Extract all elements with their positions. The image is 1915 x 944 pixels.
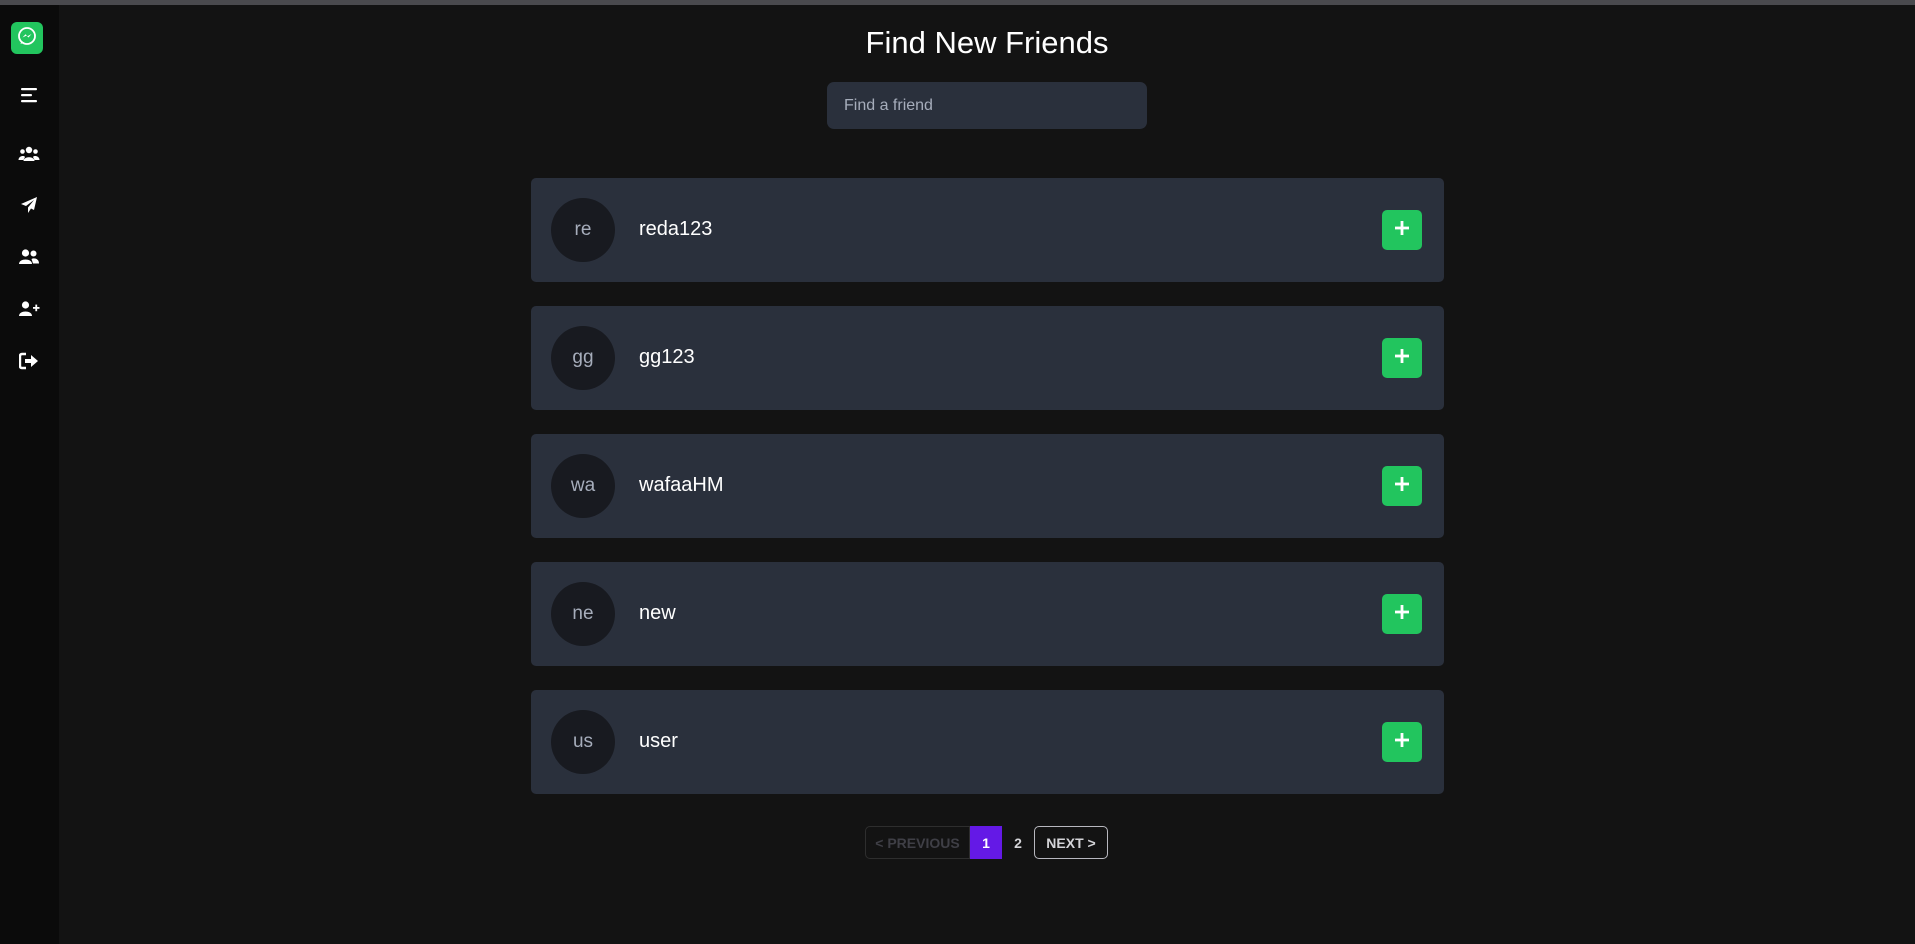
username: gg123	[639, 346, 695, 368]
username: new	[639, 602, 676, 624]
user-plus-icon	[18, 300, 40, 323]
pagination: < PREVIOUS 1 2 NEXT >	[865, 826, 1108, 859]
main-content: Find New Friends re reda123 gg gg123 wa …	[59, 5, 1915, 944]
next-page-button[interactable]: NEXT >	[1034, 826, 1108, 859]
add-friend-button[interactable]	[1382, 594, 1422, 634]
sign-out-icon	[18, 352, 39, 375]
search-input[interactable]	[827, 82, 1147, 129]
add-friend-button[interactable]	[1382, 338, 1422, 378]
sidebar-item-groups[interactable]	[14, 141, 44, 171]
username: reda123	[639, 218, 713, 240]
plus-icon	[1395, 476, 1409, 496]
list-item: wa wafaaHM	[531, 434, 1444, 538]
list-item: ne new	[531, 562, 1444, 666]
add-friend-button[interactable]	[1382, 722, 1422, 762]
page-2-button[interactable]: 2	[1002, 826, 1034, 859]
page-title: Find New Friends	[865, 25, 1109, 60]
username: wafaaHM	[639, 474, 724, 496]
plus-icon	[1395, 220, 1409, 240]
sidebar-item-friends[interactable]	[14, 244, 44, 274]
plus-icon	[1395, 348, 1409, 368]
plus-icon	[1395, 732, 1409, 752]
user-list: re reda123 gg gg123 wa wafaaHM ne new us…	[531, 178, 1444, 818]
avatar: gg	[551, 326, 615, 390]
sidebar-item-logout[interactable]	[14, 348, 44, 378]
previous-page-button[interactable]: < PREVIOUS	[865, 826, 970, 859]
paper-plane-icon	[20, 196, 38, 219]
sidebar-item-menu[interactable]	[14, 82, 44, 112]
sidebar	[0, 5, 59, 944]
menu-icon	[19, 85, 39, 110]
sidebar-item-messages[interactable]	[14, 192, 44, 222]
list-item: us user	[531, 690, 1444, 794]
list-item: re reda123	[531, 178, 1444, 282]
add-friend-button[interactable]	[1382, 466, 1422, 506]
plus-icon	[1395, 604, 1409, 624]
app-logo[interactable]	[11, 22, 43, 54]
user-friends-icon	[18, 248, 40, 271]
avatar: wa	[551, 454, 615, 518]
messenger-icon	[17, 26, 37, 51]
users-group-icon	[18, 145, 40, 168]
add-friend-button[interactable]	[1382, 210, 1422, 250]
username: user	[639, 730, 678, 752]
list-item: gg gg123	[531, 306, 1444, 410]
avatar: ne	[551, 582, 615, 646]
sidebar-item-add-friend[interactable]	[14, 296, 44, 326]
avatar: us	[551, 710, 615, 774]
page-1-button[interactable]: 1	[970, 826, 1002, 859]
avatar: re	[551, 198, 615, 262]
